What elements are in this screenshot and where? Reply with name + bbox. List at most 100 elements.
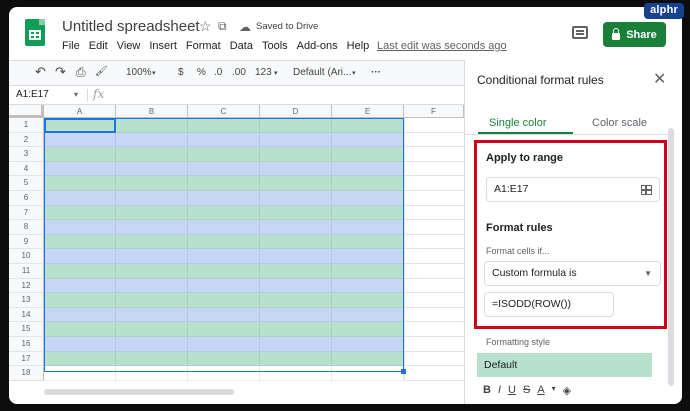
number-format-caret-icon[interactable]: ▾ xyxy=(274,69,278,77)
app-window: Untitled spreadsheet ☆ ⧉ ☁ Saved to Driv… xyxy=(9,7,682,404)
grid-cell[interactable] xyxy=(404,205,464,221)
style-preview-dropdown[interactable]: Default xyxy=(477,353,652,377)
select-all-corner[interactable] xyxy=(9,105,44,118)
zoom-caret-icon[interactable]: ▾ xyxy=(152,69,156,77)
range-input[interactable]: A1:E17 xyxy=(486,177,660,202)
row-header[interactable]: 15 xyxy=(9,322,44,337)
paint-format-icon[interactable]: 🖌 xyxy=(95,66,108,77)
tab-single-color[interactable]: Single color xyxy=(489,117,546,129)
column-header-f[interactable]: F xyxy=(404,105,464,118)
row-header[interactable]: 1 xyxy=(9,118,44,133)
grid-cell[interactable] xyxy=(404,351,464,367)
spreadsheet-grid[interactable]: A B C D E F 1 2 3 4 5 6 7 8 9 10 11 12 13 14 15 16 17 18 xyxy=(9,105,464,395)
sheets-logo-icon[interactable] xyxy=(25,19,45,46)
decrease-decimal-button[interactable]: .0 xyxy=(214,67,222,78)
style-preview-value: Default xyxy=(484,359,518,371)
condition-dropdown[interactable]: Custom formula is ▼ xyxy=(484,261,661,286)
print-icon[interactable]: ⎙ xyxy=(76,65,86,80)
zoom-select[interactable]: 100% xyxy=(126,67,152,78)
grid-cell[interactable] xyxy=(404,366,464,381)
grid-cell[interactable] xyxy=(404,220,464,235)
menu-format[interactable]: Format xyxy=(186,40,221,52)
row-header[interactable]: 8 xyxy=(9,220,44,235)
row-header[interactable]: 12 xyxy=(9,278,44,294)
grid-cell[interactable] xyxy=(404,132,464,148)
select-range-icon[interactable] xyxy=(641,185,652,195)
star-icon[interactable]: ☆ xyxy=(199,18,212,34)
active-cell-a1[interactable] xyxy=(44,118,116,133)
percent-format-button[interactable]: % xyxy=(197,67,206,78)
menu-edit[interactable]: Edit xyxy=(89,40,108,52)
column-header-a[interactable]: A xyxy=(44,105,116,118)
comment-icon[interactable] xyxy=(572,26,588,39)
close-icon[interactable]: ✕ xyxy=(653,69,666,89)
redo-icon[interactable]: ↷ xyxy=(55,64,66,80)
grid-cell[interactable] xyxy=(404,307,464,323)
panel-scrollbar[interactable] xyxy=(668,128,674,386)
undo-icon[interactable]: ↶ xyxy=(35,64,46,80)
underline-button[interactable]: U xyxy=(508,384,516,397)
grid-cell[interactable] xyxy=(404,118,464,133)
menu-tools[interactable]: Tools xyxy=(262,40,288,52)
italic-button[interactable]: I xyxy=(498,384,501,397)
share-button[interactable]: Share xyxy=(603,22,666,47)
menu-file[interactable]: File xyxy=(62,40,80,52)
grid-cell[interactable] xyxy=(404,293,464,308)
number-format-button[interactable]: 123 xyxy=(255,67,272,78)
row-header[interactable]: 11 xyxy=(9,264,44,279)
tab-color-scale[interactable]: Color scale xyxy=(592,117,647,129)
row-header[interactable]: 3 xyxy=(9,147,44,162)
lock-icon xyxy=(612,27,621,40)
fill-handle[interactable] xyxy=(401,369,406,374)
conditional-format-panel: Conditional format rules ✕ Single color … xyxy=(464,60,682,404)
row-header[interactable]: 10 xyxy=(9,249,44,264)
grid-cell[interactable] xyxy=(404,337,464,352)
name-box-caret-icon[interactable]: ▾ xyxy=(74,90,78,99)
font-select[interactable]: Default (Ari... xyxy=(293,67,351,78)
grid-cell[interactable] xyxy=(404,176,464,191)
increase-decimal-button[interactable]: .00 xyxy=(232,67,246,78)
grid-cell[interactable] xyxy=(404,234,464,250)
grid-cell[interactable] xyxy=(404,249,464,264)
formula-input[interactable]: =ISODD(ROW()) xyxy=(484,292,614,317)
font-caret-icon[interactable]: ▾ xyxy=(352,69,356,77)
bold-button[interactable]: B xyxy=(483,384,491,397)
grid-cell[interactable] xyxy=(404,191,464,206)
menu-help[interactable]: Help xyxy=(347,40,370,52)
menu-view[interactable]: View xyxy=(117,40,141,52)
fill-color-icon[interactable]: ◈ xyxy=(563,384,571,397)
row-header[interactable]: 4 xyxy=(9,161,44,177)
text-color-button[interactable]: A xyxy=(537,384,544,397)
row-header[interactable]: 6 xyxy=(9,191,44,206)
folder-move-icon[interactable]: ⧉ xyxy=(218,18,227,34)
last-edit-link[interactable]: Last edit was seconds ago xyxy=(377,40,507,52)
grid-cell[interactable] xyxy=(404,278,464,294)
menu-insert[interactable]: Insert xyxy=(149,40,177,52)
grid-cell[interactable] xyxy=(404,161,464,177)
grid-cell[interactable] xyxy=(404,147,464,162)
strikethrough-button[interactable]: S xyxy=(523,384,530,397)
column-header-c[interactable]: C xyxy=(188,105,260,118)
row-header[interactable]: 2 xyxy=(9,132,44,148)
column-header-e[interactable]: E xyxy=(332,105,404,118)
row-header[interactable]: 7 xyxy=(9,205,44,221)
column-header-b[interactable]: B xyxy=(116,105,188,118)
row-header[interactable]: 13 xyxy=(9,293,44,308)
menu-addons[interactable]: Add-ons xyxy=(297,40,338,52)
row-header[interactable]: 18 xyxy=(9,366,44,381)
row-header[interactable]: 5 xyxy=(9,176,44,191)
grid-cell[interactable] xyxy=(404,322,464,337)
column-header-d[interactable]: D xyxy=(260,105,332,118)
name-box[interactable]: A1:E17 xyxy=(16,89,49,100)
row-header[interactable]: 16 xyxy=(9,337,44,352)
row-header[interactable]: 14 xyxy=(9,307,44,323)
horizontal-scrollbar[interactable] xyxy=(44,389,234,395)
currency-format-button[interactable]: $ xyxy=(178,67,184,78)
document-title[interactable]: Untitled spreadsheet xyxy=(62,18,200,35)
text-color-caret-icon[interactable]: ▾ xyxy=(552,384,556,397)
grid-cell[interactable] xyxy=(404,264,464,279)
more-options-icon[interactable]: ··· xyxy=(371,67,381,78)
menu-data[interactable]: Data xyxy=(230,40,253,52)
row-header[interactable]: 9 xyxy=(9,234,44,250)
row-header[interactable]: 17 xyxy=(9,351,44,367)
